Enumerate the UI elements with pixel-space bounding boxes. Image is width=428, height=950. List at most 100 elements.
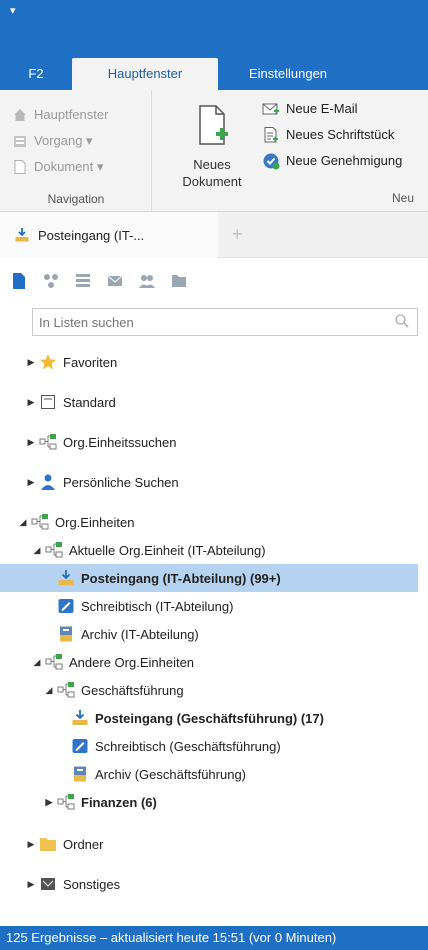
tree-item-label: Org.Einheitssuchen (63, 434, 177, 450)
search-input[interactable] (33, 309, 373, 335)
expand-toggle-icon[interactable]: ◢ (44, 685, 54, 696)
inbox-icon (72, 710, 88, 725)
expand-toggle-icon[interactable]: ▶ (26, 437, 36, 448)
list-search-box (32, 308, 418, 336)
tree-item-16[interactable]: ▶ Sonstiges (26, 870, 121, 898)
document-icon[interactable] (10, 272, 28, 290)
ribbon: Hauptfenster Vorgang ▾ Dokument ▾ Naviga… (0, 90, 428, 212)
tree-item-label: Aktuelle Org.Einheit (IT-Abteilung) (69, 542, 266, 558)
tab-posteingang[interactable]: Posteingang (IT-... (0, 212, 218, 258)
tree-item-10[interactable]: ◢ Geschäftsführung (44, 676, 184, 704)
tree-item-5[interactable]: ◢ Aktuelle Org.Einheit (IT-Abteilung) (32, 536, 266, 564)
expand-toggle-icon[interactable]: ◢ (32, 545, 42, 556)
tree-item-15[interactable]: ▶ Ordner (26, 830, 104, 858)
new-approval-button[interactable]: Neue Genehmigung (262, 150, 402, 172)
expand-toggle-icon[interactable]: ▶ (44, 797, 54, 808)
tree-item-label: Archiv (IT-Abteilung) (81, 626, 199, 642)
expand-toggle-icon[interactable]: ▶ (26, 357, 36, 368)
tree-item-3[interactable]: ▶ Persönliche Suchen (26, 468, 179, 496)
navigation-group-label: Navigation (47, 192, 105, 206)
tree-item-12[interactable]: Schreibtisch (Geschäftsführung) (58, 732, 281, 760)
desk-icon (72, 739, 88, 753)
org-unit-icon (31, 514, 49, 530)
desk-icon (58, 599, 74, 613)
tab-f2[interactable]: F2 (0, 58, 72, 90)
new-document-icon (199, 105, 228, 145)
tree-item-label: Ordner (63, 836, 104, 852)
tree-item-4[interactable]: ◢ Org.Einheiten (18, 508, 135, 536)
tree-item-8[interactable]: Archiv (IT-Abteilung) (44, 620, 199, 648)
ribbon-tabs: F2 Hauptfenster Einstellungen (0, 58, 428, 90)
org-unit-icon (57, 794, 75, 810)
mail-icon[interactable] (106, 272, 124, 290)
document-tabstrip: Posteingang (IT-... + (0, 212, 428, 258)
search-icon[interactable] (395, 314, 409, 328)
tree-item-label: Favoriten (63, 354, 118, 370)
inbox-icon (58, 570, 74, 585)
org-unit-icon (45, 654, 63, 670)
tree-item-label: Schreibtisch (Geschäftsführung) (95, 738, 281, 754)
tab-hauptfenster[interactable]: Hauptfenster (72, 58, 218, 90)
misc-icon (41, 878, 55, 890)
new-document-button[interactable]: Neues Dokument (162, 104, 262, 190)
nav-dokument-button[interactable]: Dokument ▾ (12, 156, 103, 178)
new-approval-label: Neue Genehmigung (286, 153, 403, 168)
people-icon[interactable] (138, 272, 156, 290)
quick-access-menu-icon[interactable]: ▾ (10, 4, 16, 17)
workflow-icon[interactable] (42, 272, 60, 290)
expand-toggle-icon[interactable]: ◢ (32, 657, 42, 668)
list-icon[interactable] (74, 272, 92, 290)
tree-item-11[interactable]: Posteingang (Geschäftsführung) (17) (58, 704, 324, 732)
document-icon (14, 160, 26, 174)
approval-icon (263, 153, 280, 170)
new-document-label-line2: Dokument (182, 174, 242, 189)
nav-vorgang-button[interactable]: Vorgang ▾ (12, 130, 93, 152)
tree-item-label: Posteingang (IT-Abteilung) (99+) (81, 570, 281, 586)
tree-item-7[interactable]: Schreibtisch (IT-Abteilung) (44, 592, 233, 620)
add-tab-button[interactable]: + (232, 224, 243, 245)
expand-toggle-icon[interactable]: ▶ (26, 839, 36, 850)
tree-item-label: Posteingang (Geschäftsführung) (17) (95, 710, 324, 726)
list-toolbar (0, 258, 428, 304)
standard-list-icon (41, 395, 55, 409)
house-icon (14, 109, 26, 121)
new-email-button[interactable]: Neue E-Mail (262, 98, 358, 120)
tree-item-9[interactable]: ◢ Andere Org.Einheiten (32, 648, 194, 676)
archive-icon (60, 626, 72, 642)
tree-item-6[interactable]: Posteingang (IT-Abteilung) (99+) (0, 564, 418, 592)
tab-einstellungen[interactable]: Einstellungen (218, 58, 358, 90)
org-unit-icon (45, 542, 63, 558)
new-letter-label: Neues Schriftstück (286, 127, 395, 142)
expand-toggle-icon[interactable]: ▶ (26, 397, 36, 408)
folder-open-icon[interactable] (170, 272, 188, 290)
tree-item-label: Sonstiges (63, 876, 121, 892)
expand-toggle-icon[interactable]: ▶ (26, 477, 36, 488)
nav-dokument-label: Dokument ▾ (34, 159, 104, 174)
new-group-label: Neu (392, 191, 415, 205)
tree-item-2[interactable]: ▶ Org.Einheitssuchen (26, 428, 176, 456)
title-bar: ▾ F2 Hauptfenster Einstellungen (0, 0, 428, 90)
tree-item-0[interactable]: ▶ Favoriten (26, 348, 117, 376)
tree-item-label: Standard (63, 394, 116, 410)
tree-item-label: Org.Einheiten (55, 514, 135, 530)
tree-item-14[interactable]: ▶ Finanzen (6) (44, 788, 157, 816)
navigation-group: Hauptfenster Vorgang ▾ Dokument ▾ Naviga… (0, 90, 152, 211)
tab-posteingang-label: Posteingang (IT-... (38, 227, 145, 243)
tree-item-1[interactable]: ▶ Standard (26, 388, 116, 416)
new-letter-button[interactable]: Neues Schriftstück (262, 124, 394, 146)
tree-item-label: Finanzen (6) (81, 794, 157, 810)
tree-item-label: Schreibtisch (IT-Abteilung) (81, 598, 234, 614)
nav-vorgang-label: Vorgang ▾ (34, 133, 93, 148)
tree-item-label: Persönliche Suchen (63, 474, 179, 490)
status-bar: 125 Ergebnisse – aktualisiert heute 15:5… (0, 926, 428, 950)
tree-item-13[interactable]: Archiv (Geschäftsführung) (58, 760, 246, 788)
star-icon (40, 354, 56, 370)
new-mail-icon (262, 103, 279, 115)
archive-icon (74, 766, 86, 782)
folder-icon (40, 838, 56, 851)
expand-toggle-icon[interactable]: ▶ (26, 879, 36, 890)
expand-toggle-icon[interactable]: ◢ (18, 517, 28, 528)
new-document-label-line1: Neues (193, 157, 231, 172)
nav-hauptfenster-button[interactable]: Hauptfenster (12, 104, 108, 126)
org-unit-icon (57, 682, 75, 698)
